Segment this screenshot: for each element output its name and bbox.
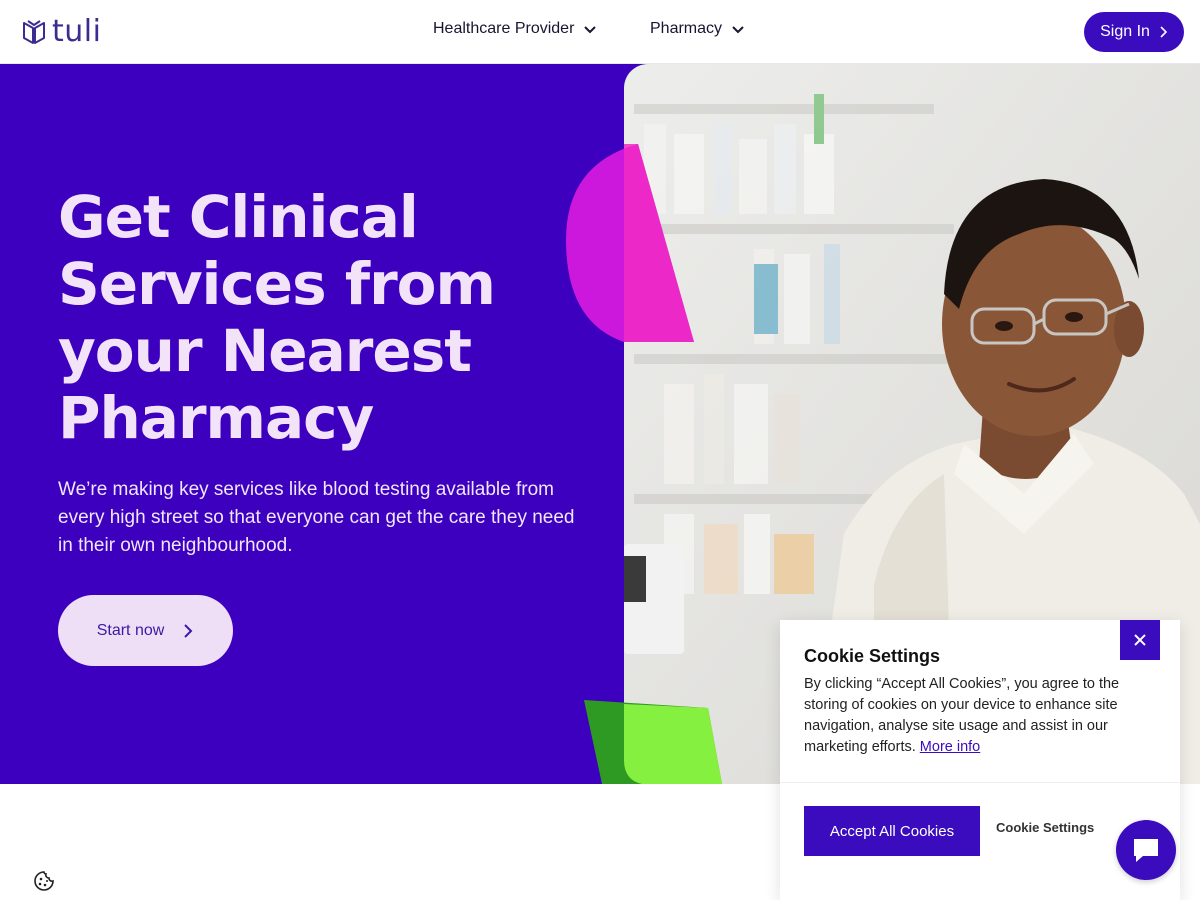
cookie-text: By clicking “Accept All Cookies”, you ag…	[804, 674, 1154, 758]
chevron-right-icon	[1160, 26, 1168, 38]
more-info-link[interactable]: More info	[920, 739, 980, 755]
cookie-title: Cookie Settings	[804, 646, 941, 666]
logo-text: tuli	[52, 14, 102, 49]
site-header: tuli Healthcare Provider Pharmacy Sign I…	[0, 0, 1200, 64]
nav-label: Healthcare Provider	[433, 20, 575, 37]
chevron-down-icon	[732, 26, 744, 34]
hero-lead-text: We’re making key services like blood tes…	[58, 479, 575, 556]
chat-button[interactable]	[1116, 820, 1176, 880]
nav-pharmacy[interactable]: Pharmacy	[650, 20, 746, 38]
sign-in-label: Sign In	[1100, 23, 1150, 40]
chat-icon	[1134, 839, 1158, 862]
start-now-button[interactable]: Start now	[58, 595, 233, 666]
decorative-magenta-shape	[566, 144, 694, 342]
tuli-logo-icon	[23, 20, 45, 44]
cookie-settings-button[interactable]: Cookie Settings	[996, 820, 1094, 835]
nav-healthcare-provider[interactable]: Healthcare Provider	[433, 20, 598, 38]
logo[interactable]: tuli	[22, 17, 101, 47]
cookie-close-button[interactable]	[1120, 620, 1160, 660]
nav-label: Pharmacy	[650, 20, 723, 37]
close-icon	[1134, 634, 1146, 646]
decorative-green-shape	[584, 700, 722, 784]
cookie-icon[interactable]	[33, 870, 55, 892]
accept-all-cookies-button[interactable]: Accept All Cookies	[804, 806, 980, 856]
sign-in-button[interactable]: Sign In	[1084, 12, 1184, 52]
chevron-down-icon	[584, 26, 597, 34]
chevron-right-icon	[184, 623, 193, 638]
cookie-divider	[780, 782, 1180, 783]
start-now-label: Start now	[96, 621, 165, 639]
hero-headline: Get Clinical Services from your Nearest …	[58, 183, 496, 452]
